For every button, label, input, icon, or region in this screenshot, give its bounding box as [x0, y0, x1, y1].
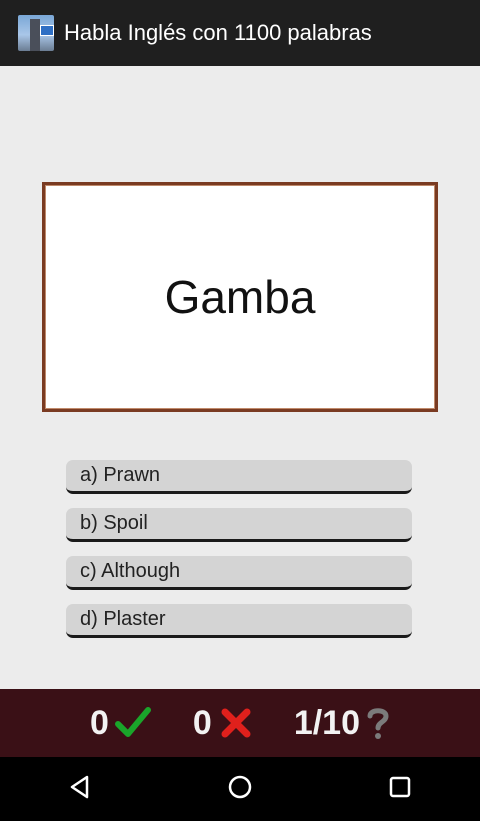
home-button[interactable] — [210, 759, 270, 819]
app-title: Habla Inglés con 1100 palabras — [64, 20, 372, 45]
answer-option-c[interactable]: c) Although — [66, 556, 412, 590]
app-bar: Habla Inglés con 1100 palabras — [0, 0, 480, 66]
progress-counter: 1/10 — [293, 703, 361, 742]
answer-label: b) Spoil — [80, 512, 148, 534]
answer-label: c) Although — [80, 560, 181, 582]
cross-icon — [220, 707, 252, 739]
question-word: Gamba — [164, 271, 316, 323]
recents-button[interactable] — [370, 759, 430, 819]
back-button[interactable] — [50, 759, 110, 819]
answer-label: d) Plaster — [80, 608, 166, 630]
answer-label: a) Prawn — [80, 464, 161, 486]
home-icon — [227, 774, 253, 805]
back-icon — [67, 774, 93, 805]
wrong-count: 0 — [192, 703, 212, 742]
system-nav-bar — [0, 757, 480, 821]
answer-option-b[interactable]: b) Spoil — [66, 508, 412, 542]
check-icon — [114, 706, 151, 740]
app-icon — [18, 15, 54, 51]
word-card: Gamba — [42, 182, 438, 412]
answer-option-a[interactable]: a) Prawn — [66, 460, 412, 494]
recents-icon — [388, 775, 412, 804]
answer-option-d[interactable]: d) Plaster — [66, 604, 412, 638]
question-icon[interactable] — [366, 706, 390, 740]
correct-count: 0 — [89, 703, 109, 742]
score-bar: 0 0 1/10 — [0, 689, 480, 757]
